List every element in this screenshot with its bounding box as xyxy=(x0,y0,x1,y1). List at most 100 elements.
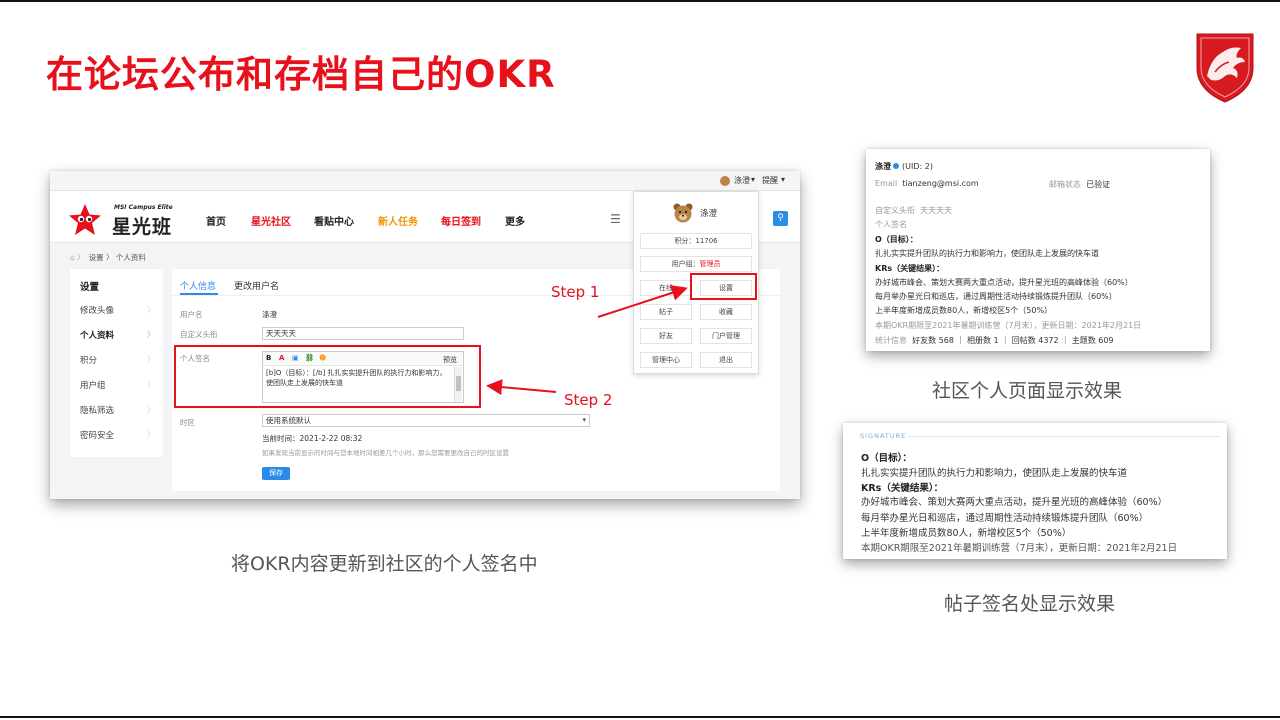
search-icon[interactable]: ⚲ xyxy=(773,211,788,226)
slide-top-line xyxy=(0,0,1280,2)
step2-label: Step 2 xyxy=(564,391,613,409)
step2-highlight-box xyxy=(174,345,481,408)
dropdown-username: 涤澄 xyxy=(700,209,718,219)
portal-admin-button[interactable]: 门户管理 xyxy=(700,328,752,344)
settings-sidebar: 设置 修改头像〉 个人资料〉 积分〉 用户组〉 隐私筛选〉 密码安全〉 xyxy=(70,269,163,457)
profile-stats-line: 统计信息 好友数 568 ｜ 相册数 1 ｜ 回帖数 4372 ｜ 主题数 60… xyxy=(875,335,1114,346)
sidebar-item-label: 修改头像 xyxy=(80,306,115,316)
sidebar-item-usergroup[interactable]: 用户组 〉 xyxy=(80,379,155,391)
profile-name-line: 涤澄 (UID: 2) xyxy=(875,161,933,172)
logout-button[interactable]: 退出 xyxy=(700,352,752,368)
profile-name[interactable]: 涤澄 xyxy=(875,162,891,171)
bear-avatar-icon[interactable] xyxy=(672,202,694,224)
topbar-username[interactable]: 涤澄 xyxy=(734,175,750,186)
signature-header: SIGNATURE xyxy=(860,432,907,440)
home-icon[interactable]: ⌂ 〉 xyxy=(70,253,85,262)
sidebar-title: 设置 xyxy=(80,282,100,293)
sidebar-item-password[interactable]: 密码安全 〉 xyxy=(80,429,155,441)
nav-community[interactable]: 星光社区 xyxy=(251,213,291,228)
brand-name[interactable]: 星光班 xyxy=(112,212,172,239)
chevron-down-icon: ▾ xyxy=(751,175,756,184)
okr-period: 本期OKR期限至2021年暑期训练营（7月末），更新日期：2021年2月21日 xyxy=(875,321,1142,330)
tab-change-username[interactable]: 更改用户名 xyxy=(234,279,279,292)
email-status-value: 已验证 xyxy=(1086,180,1111,189)
email-status-line: 邮箱状态 已验证 xyxy=(1049,179,1110,190)
sidebar-item-avatar[interactable]: 修改头像 〉 xyxy=(80,304,155,316)
kr-item: 每月举办星光日和巡店，通过周期性活动持续锻炼提升团队（60%） xyxy=(875,292,1117,301)
sidebar-item-profile[interactable]: 个人资料 〉 xyxy=(80,329,155,341)
breadcrumb-text[interactable]: 设置 〉 个人资料 xyxy=(89,253,146,262)
sidebar-item-label: 个人资料 xyxy=(80,331,115,341)
chevron-right-icon: 〉 xyxy=(147,305,155,314)
brand-subtitle: MSI Campus Elite xyxy=(114,204,173,211)
kr-item: 办好城市峰会、策划大赛两大重点活动，提升星光班的高峰体验（60%） xyxy=(875,278,1133,287)
step1-label: Step 1 xyxy=(551,283,600,301)
objective-text: 扎扎实实提升团队的执行力和影响力，使团队走上发展的快车道 xyxy=(861,468,1128,479)
list-icon[interactable]: ☰ xyxy=(610,212,621,226)
email-value: tianzeng@msi.com xyxy=(902,179,979,188)
sidebar-item-label: 密码安全 xyxy=(80,431,115,441)
user-avatar-small[interactable] xyxy=(720,176,730,186)
online-button[interactable]: 在线 xyxy=(640,280,692,296)
tab-personal-info[interactable]: 个人信息 xyxy=(180,279,216,292)
timezone-select[interactable]: 使用系统默认 ▾ xyxy=(262,414,590,427)
okr-period: 本期OKR期限至2021年暑期训练营（7月末），更新日期：2021年2月21日 xyxy=(861,543,1178,554)
slide-title: 在论坛公布和存档自己的OKR xyxy=(46,53,556,96)
settings-screenshot: 涤澄 ▾ 提醒 ▾ MSI Campus Elite 星光班 首页 星光社区 看… xyxy=(50,171,800,499)
save-button[interactable]: 保存 xyxy=(262,467,290,480)
kr-item: 上半年度新增成员数80人，新增校区5个（50%） xyxy=(875,306,1053,315)
chevron-down-icon: ▾ xyxy=(781,175,786,184)
custom-title-label: 自定义头衔 xyxy=(875,206,915,215)
custom-title-value: 天天天天 xyxy=(920,206,953,215)
chevron-right-icon: 〉 xyxy=(147,430,155,439)
caption-signature: 帖子签名处显示效果 xyxy=(944,593,1116,615)
nav-newbie-tasks[interactable]: 新人任务 xyxy=(378,213,418,228)
email-label: Email xyxy=(875,179,898,188)
step1-highlight-box xyxy=(690,273,757,300)
kr-item: 每月举办星光日和巡店，通过周期性活动持续锻炼提升团队（60%） xyxy=(861,513,1149,524)
points-display: 积分：11706 xyxy=(640,233,752,249)
sidebar-item-label: 隐私筛选 xyxy=(80,406,115,416)
sidebar-item-privacy[interactable]: 隐私筛选 〉 xyxy=(80,404,155,416)
profile-uid: (UID: 2) xyxy=(902,162,933,171)
signature-display-card: SIGNATURE O（目标）： 扎扎实实提升团队的执行力和影响力，使团队走上发… xyxy=(843,423,1227,559)
objective-text: 扎扎实实提升团队的执行力和影响力，使团队走上发展的快车道 xyxy=(875,249,1099,258)
friends-button[interactable]: 好友 xyxy=(640,328,692,344)
timezone-value: 使用系统默认 xyxy=(266,416,311,425)
current-time: 当前时间：2021-2-22 08:32 xyxy=(262,434,363,443)
caption-main: 将OKR内容更新到社区的个人签名中 xyxy=(231,553,538,575)
chevron-right-icon: 〉 xyxy=(147,330,155,339)
posts-button[interactable]: 帖子 xyxy=(640,304,692,320)
signature-label: 个人签名 xyxy=(875,220,907,229)
nav-home[interactable]: 首页 xyxy=(206,213,226,228)
usergroup-display: 用户组：管理员 xyxy=(640,256,752,272)
username-label: 用户名 xyxy=(180,310,203,319)
chevron-right-icon: 〉 xyxy=(147,355,155,364)
objective-title: O（目标）： xyxy=(875,235,918,244)
sidebar-item-label: 积分 xyxy=(80,356,98,366)
admin-center-button[interactable]: 管理中心 xyxy=(640,352,692,368)
usergroup-prefix: 用户组： xyxy=(671,260,700,268)
kr-title: KRs（关键结果）： xyxy=(861,483,944,494)
caption-profile: 社区个人页面显示效果 xyxy=(932,380,1123,402)
username-value: 涤澄 xyxy=(262,310,277,319)
profile-email-line: Email tianzeng@msi.com xyxy=(875,179,979,188)
nav-view-center[interactable]: 看贴中心 xyxy=(314,213,354,228)
chevron-right-icon: 〉 xyxy=(147,405,155,414)
favorites-button[interactable]: 收藏 xyxy=(700,304,752,320)
breadcrumb: ⌂ 〉设置 〉 个人资料 xyxy=(70,252,146,263)
timezone-hint: 如果发现当前显示的时间与您本地时间相差几个小时，那么您需要更改自己的时区设置 xyxy=(262,449,509,457)
nav-more[interactable]: 更多 xyxy=(505,213,525,228)
nav-daily-checkin[interactable]: 每日签到 xyxy=(441,213,481,228)
stats-label: 统计信息 xyxy=(875,336,907,345)
msi-dragon-shield-icon xyxy=(1196,33,1254,103)
sidebar-item-points[interactable]: 积分 〉 xyxy=(80,354,155,366)
stats-values[interactable]: 好友数 568 ｜ 相册数 1 ｜ 回帖数 4372 ｜ 主题数 609 xyxy=(912,336,1113,345)
profile-custom-title-line: 自定义头衔 天天天天 xyxy=(875,205,952,216)
profile-display-card: 涤澄 (UID: 2) Email tianzeng@msi.com 邮箱状态 已… xyxy=(866,149,1210,351)
chevron-down-icon: ▾ xyxy=(582,416,586,424)
topbar-remind[interactable]: 提醒 xyxy=(762,175,778,186)
custom-title-input[interactable]: 天天天天 xyxy=(262,327,464,340)
objective-title: O（目标）： xyxy=(861,453,912,464)
usergroup-value: 管理员 xyxy=(699,260,721,268)
